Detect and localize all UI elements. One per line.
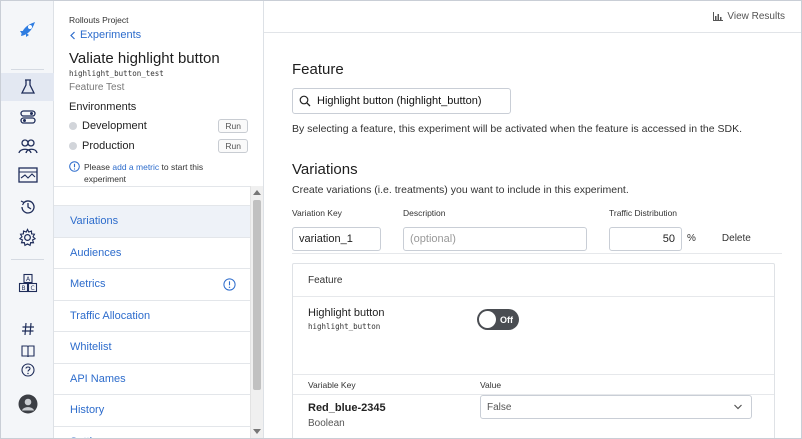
experiments-flask-icon[interactable] [1,73,54,101]
feature-enabled-toggle[interactable]: Off [477,309,519,330]
nav-item-label: Metrics [70,278,106,291]
logo-icon[interactable] [1,15,54,43]
alert-icon [223,278,236,291]
events-chart-icon[interactable] [1,161,54,189]
variations-description: Create variations (i.e. treatments) you … [292,184,629,196]
search-icon [299,95,311,107]
feature-heading: Feature [292,61,344,78]
feature-search-value: Highlight button (highlight_button) [317,95,482,107]
col-variation-key: Variation Key [292,208,342,218]
col-traffic-distribution: Traffic Distribution [609,208,678,218]
back-to-experiments-link[interactable]: Experiments [69,29,263,41]
app-window: ABC Rollouts Project Experiments Valiate… [0,0,802,439]
chevron-down-icon [734,404,742,410]
project-name: Rollouts Project [69,15,129,25]
experiment-type: Feature Test [69,82,125,93]
notice-text: Please add a metric to start this experi… [84,162,204,184]
docs-book-icon[interactable] [1,341,54,361]
environment-row: Development Run [69,119,263,133]
icon-rail: ABC [1,1,54,438]
editor-content: Feature Highlight button (highlight_butt… [292,61,782,254]
scroll-thumb[interactable] [253,200,261,390]
nav-item-whitelist[interactable]: Whitelist [54,331,250,363]
main-content: View Results Feature Highlight button (h… [264,1,801,438]
experiment-key: highlight_button_test [69,69,164,78]
col-description: Description [403,208,446,218]
scroll-down-arrow[interactable] [253,429,261,434]
experiment-header: Rollouts Project Experiments Valiate hig… [54,1,263,186]
abc-blocks-icon[interactable]: ABC [1,269,54,297]
nav-item-api-names[interactable]: API Names [54,362,250,395]
nav-item-history[interactable]: History [54,394,250,426]
environment-row: Production Run [69,139,263,153]
variation-row: variation_1 (optional) 50 % Delete [292,226,782,254]
settings-gear-icon[interactable] [1,223,54,251]
experiment-nav: Variations Audiences Metrics Traffic All… [54,205,250,438]
help-icon[interactable] [1,360,54,380]
add-metric-link[interactable]: add a metric [112,162,159,172]
delete-variation-button[interactable]: Delete [722,233,751,244]
features-toggle-icon[interactable] [1,103,54,131]
environments-heading: Environments [69,101,137,113]
percent-sign: % [687,233,696,244]
variations-heading: Variations [292,161,358,178]
chevron-left-icon [70,31,75,39]
feature-description: By selecting a feature, this experiment … [292,123,742,135]
history-clock-icon[interactable] [1,193,54,221]
feature-key: highlight_button [308,322,381,331]
feature-search-input[interactable]: Highlight button (highlight_button) [292,88,511,114]
scroll-up-arrow[interactable] [253,190,261,195]
variation-feature-panel: Feature Highlight button highlight_butto… [292,263,775,438]
sidebar-scrollbar[interactable] [250,186,263,438]
col-value: Value [480,379,502,390]
run-button[interactable]: Run [218,139,248,153]
variation-description-input[interactable]: (optional) [403,226,587,251]
status-dot [69,122,77,130]
toggle-knob [479,311,496,328]
nav-item-settings[interactable]: Settings [54,425,250,438]
experiment-title: Valiate highlight button [69,50,220,67]
view-results-button[interactable]: View Results [713,11,785,22]
top-bar: View Results [264,1,801,33]
environment-name: Production [82,140,135,152]
feature-row: Highlight button highlight_button Off [293,297,774,343]
traffic-distribution-input[interactable]: 50 [609,226,682,251]
panel-feature-heading: Feature [293,264,774,297]
back-label: Experiments [80,29,142,41]
toggle-label: Off [500,314,513,325]
feature-name: Highlight button [308,307,385,319]
run-button[interactable]: Run [218,119,248,133]
nav-item-audiences[interactable]: Audiences [54,236,250,269]
svg-text:C: C [30,285,34,292]
svg-text:B: B [21,285,25,292]
variations-table-header: Variation Key Description Traffic Distri… [292,208,782,220]
nav-item-metrics[interactable]: Metrics [54,268,250,300]
nav-item-variations[interactable]: Variations [54,205,250,237]
view-results-label: View Results [727,11,785,22]
nav-item-traffic-allocation[interactable]: Traffic Allocation [54,299,250,332]
col-variable-key: Variable Key [308,379,356,390]
variables-table-header: Variable Key Value [293,375,774,395]
variation-key-input[interactable]: variation_1 [292,226,381,251]
environment-name: Development [82,120,147,132]
info-icon [69,161,80,172]
variable-row: Red_blue-2345 Boolean False [293,395,774,435]
selected-value: False [487,401,512,413]
user-avatar-icon[interactable] [1,390,54,418]
bar-chart-icon [713,12,724,21]
variable-value-select[interactable]: False [480,395,752,419]
hash-icon[interactable] [1,319,54,339]
experiment-sidebar: Rollouts Project Experiments Valiate hig… [54,1,264,438]
variable-type: Boolean [308,418,345,429]
status-dot [69,142,77,150]
metric-notice: Please add a metric to start this experi… [69,161,263,185]
audiences-people-icon[interactable] [1,132,54,160]
